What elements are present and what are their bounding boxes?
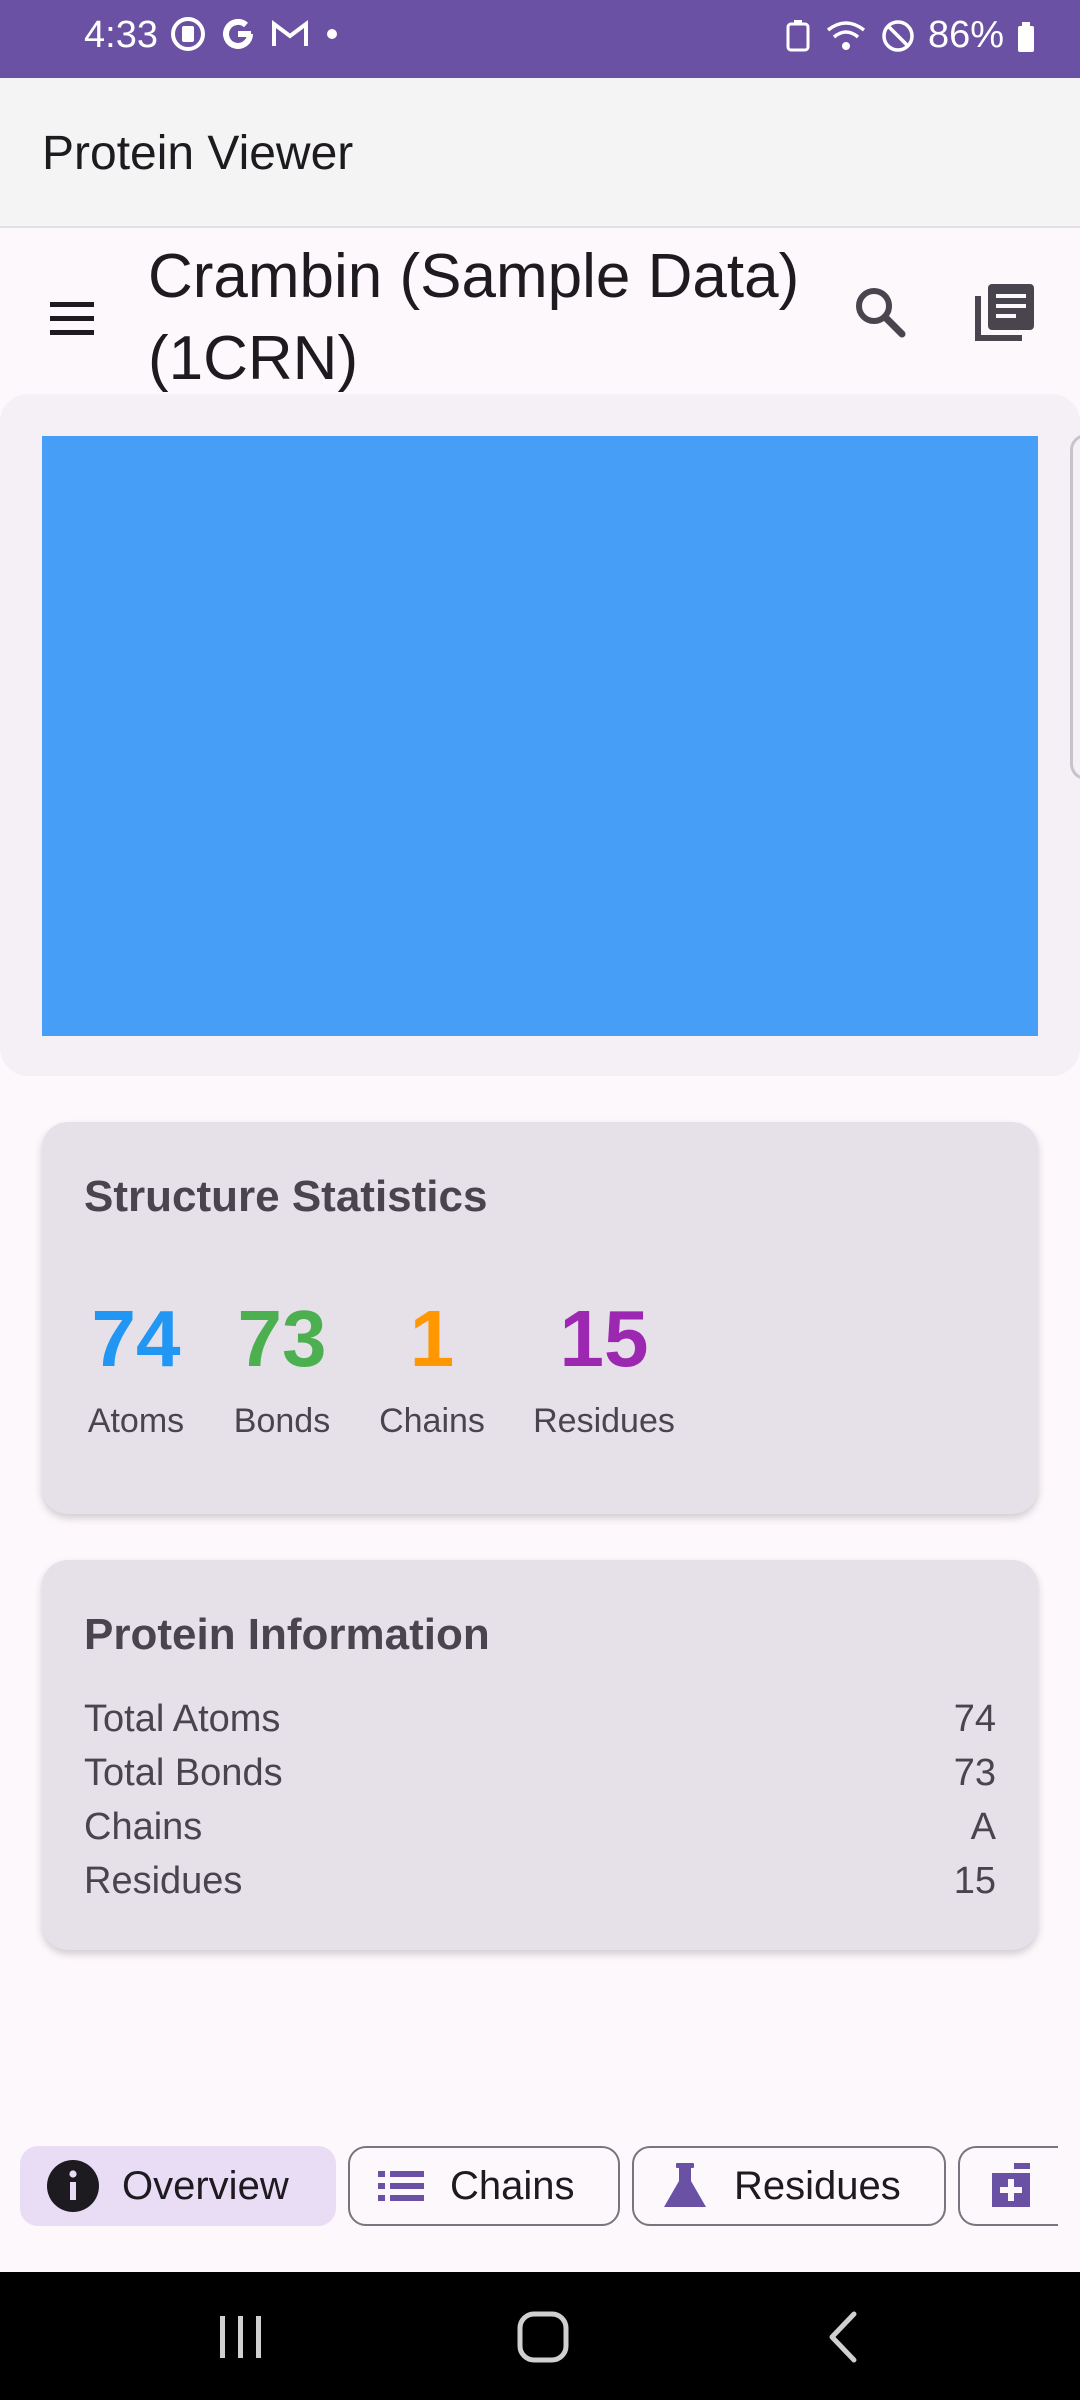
status-bar: 4:33 86% [0, 0, 1080, 78]
info-key: Total Atoms [84, 1698, 281, 1740]
wifi-icon [826, 20, 866, 50]
tab-overview[interactable]: Overview [20, 2146, 336, 2226]
card-title: Structure Statistics [84, 1172, 488, 1221]
search-icon[interactable] [848, 280, 912, 344]
tab-chains[interactable]: Chains [348, 2146, 620, 2226]
battery-saver-icon [786, 19, 810, 51]
tab-bar: Overview Chains Residues [0, 2146, 1080, 2230]
toolbar: Crambin (Sample Data) (1CRN) [0, 228, 1080, 394]
flask-icon [658, 2159, 712, 2213]
menu-icon[interactable] [42, 288, 102, 348]
app-title: Protein Viewer [42, 127, 354, 180]
info-key: Total Bonds [84, 1752, 283, 1794]
stat-label: Atoms [87, 1402, 185, 1440]
info-icon [46, 2159, 100, 2213]
notification-icons [170, 16, 340, 52]
stat-chains: 1 Chains [372, 1294, 492, 1441]
info-value: 73 [953, 1752, 996, 1794]
stat-value: 73 [237, 1294, 327, 1383]
notification-app-icon [171, 17, 205, 51]
medical-box-icon [984, 2159, 1038, 2213]
side-panel-handle[interactable] [1070, 434, 1080, 780]
tab-medical[interactable] [958, 2146, 1058, 2226]
gmail-icon [272, 20, 308, 46]
structure-title: Crambin (Sample Data) (1CRN) [148, 242, 800, 393]
viewer-panel [0, 394, 1080, 1076]
info-value: 74 [953, 1698, 996, 1740]
stat-label: Residues [533, 1402, 675, 1440]
app-bar: Protein Viewer [0, 78, 1080, 228]
home-icon[interactable] [508, 2302, 578, 2372]
tab-residues[interactable]: Residues [632, 2146, 946, 2226]
battery-icon [1018, 21, 1034, 52]
info-row: Total Atoms 74 [84, 1698, 996, 1752]
structure-statistics-card: Structure Statistics 74 Atoms 73 Bonds 1… [42, 1122, 1038, 1514]
info-value: A [970, 1806, 996, 1848]
stat-label: Bonds [233, 1402, 331, 1440]
stat-value: 1 [409, 1294, 455, 1383]
info-value: 15 [953, 1860, 996, 1902]
card-title: Protein Information [84, 1610, 490, 1659]
do-not-disturb-icon [882, 19, 914, 52]
list-icon [374, 2159, 428, 2213]
info-row: Chains A [84, 1806, 996, 1860]
info-key: Residues [84, 1860, 243, 1902]
system-icons: 86% [784, 14, 1036, 57]
tab-label: Overview [122, 2163, 289, 2208]
stat-atoms: 74 Atoms [84, 1294, 188, 1441]
tab-label: Chains [450, 2163, 575, 2208]
info-row: Total Bonds 73 [84, 1752, 996, 1806]
stat-bonds: 73 Bonds [230, 1294, 334, 1441]
google-icon [223, 18, 253, 49]
tab-label: Residues [734, 2163, 901, 2208]
stat-residues: 15 Residues [530, 1294, 678, 1441]
library-icon[interactable] [972, 278, 1040, 346]
battery-percent: 86% [927, 14, 1004, 56]
system-nav-bar [0, 2272, 1080, 2400]
status-time: 4:33 [84, 14, 158, 56]
recent-apps-icon[interactable] [206, 2302, 276, 2372]
stat-label: Chains [379, 1402, 485, 1440]
molecule-viewer-canvas[interactable] [42, 436, 1038, 1036]
info-row: Residues 15 [84, 1860, 996, 1914]
back-icon[interactable] [810, 2302, 880, 2372]
stat-value: 15 [559, 1294, 649, 1383]
protein-information-card: Protein Information Total Atoms 74 Total… [42, 1560, 1038, 1950]
stat-value: 74 [91, 1294, 181, 1383]
info-key: Chains [84, 1806, 203, 1848]
dot-icon [327, 29, 337, 39]
